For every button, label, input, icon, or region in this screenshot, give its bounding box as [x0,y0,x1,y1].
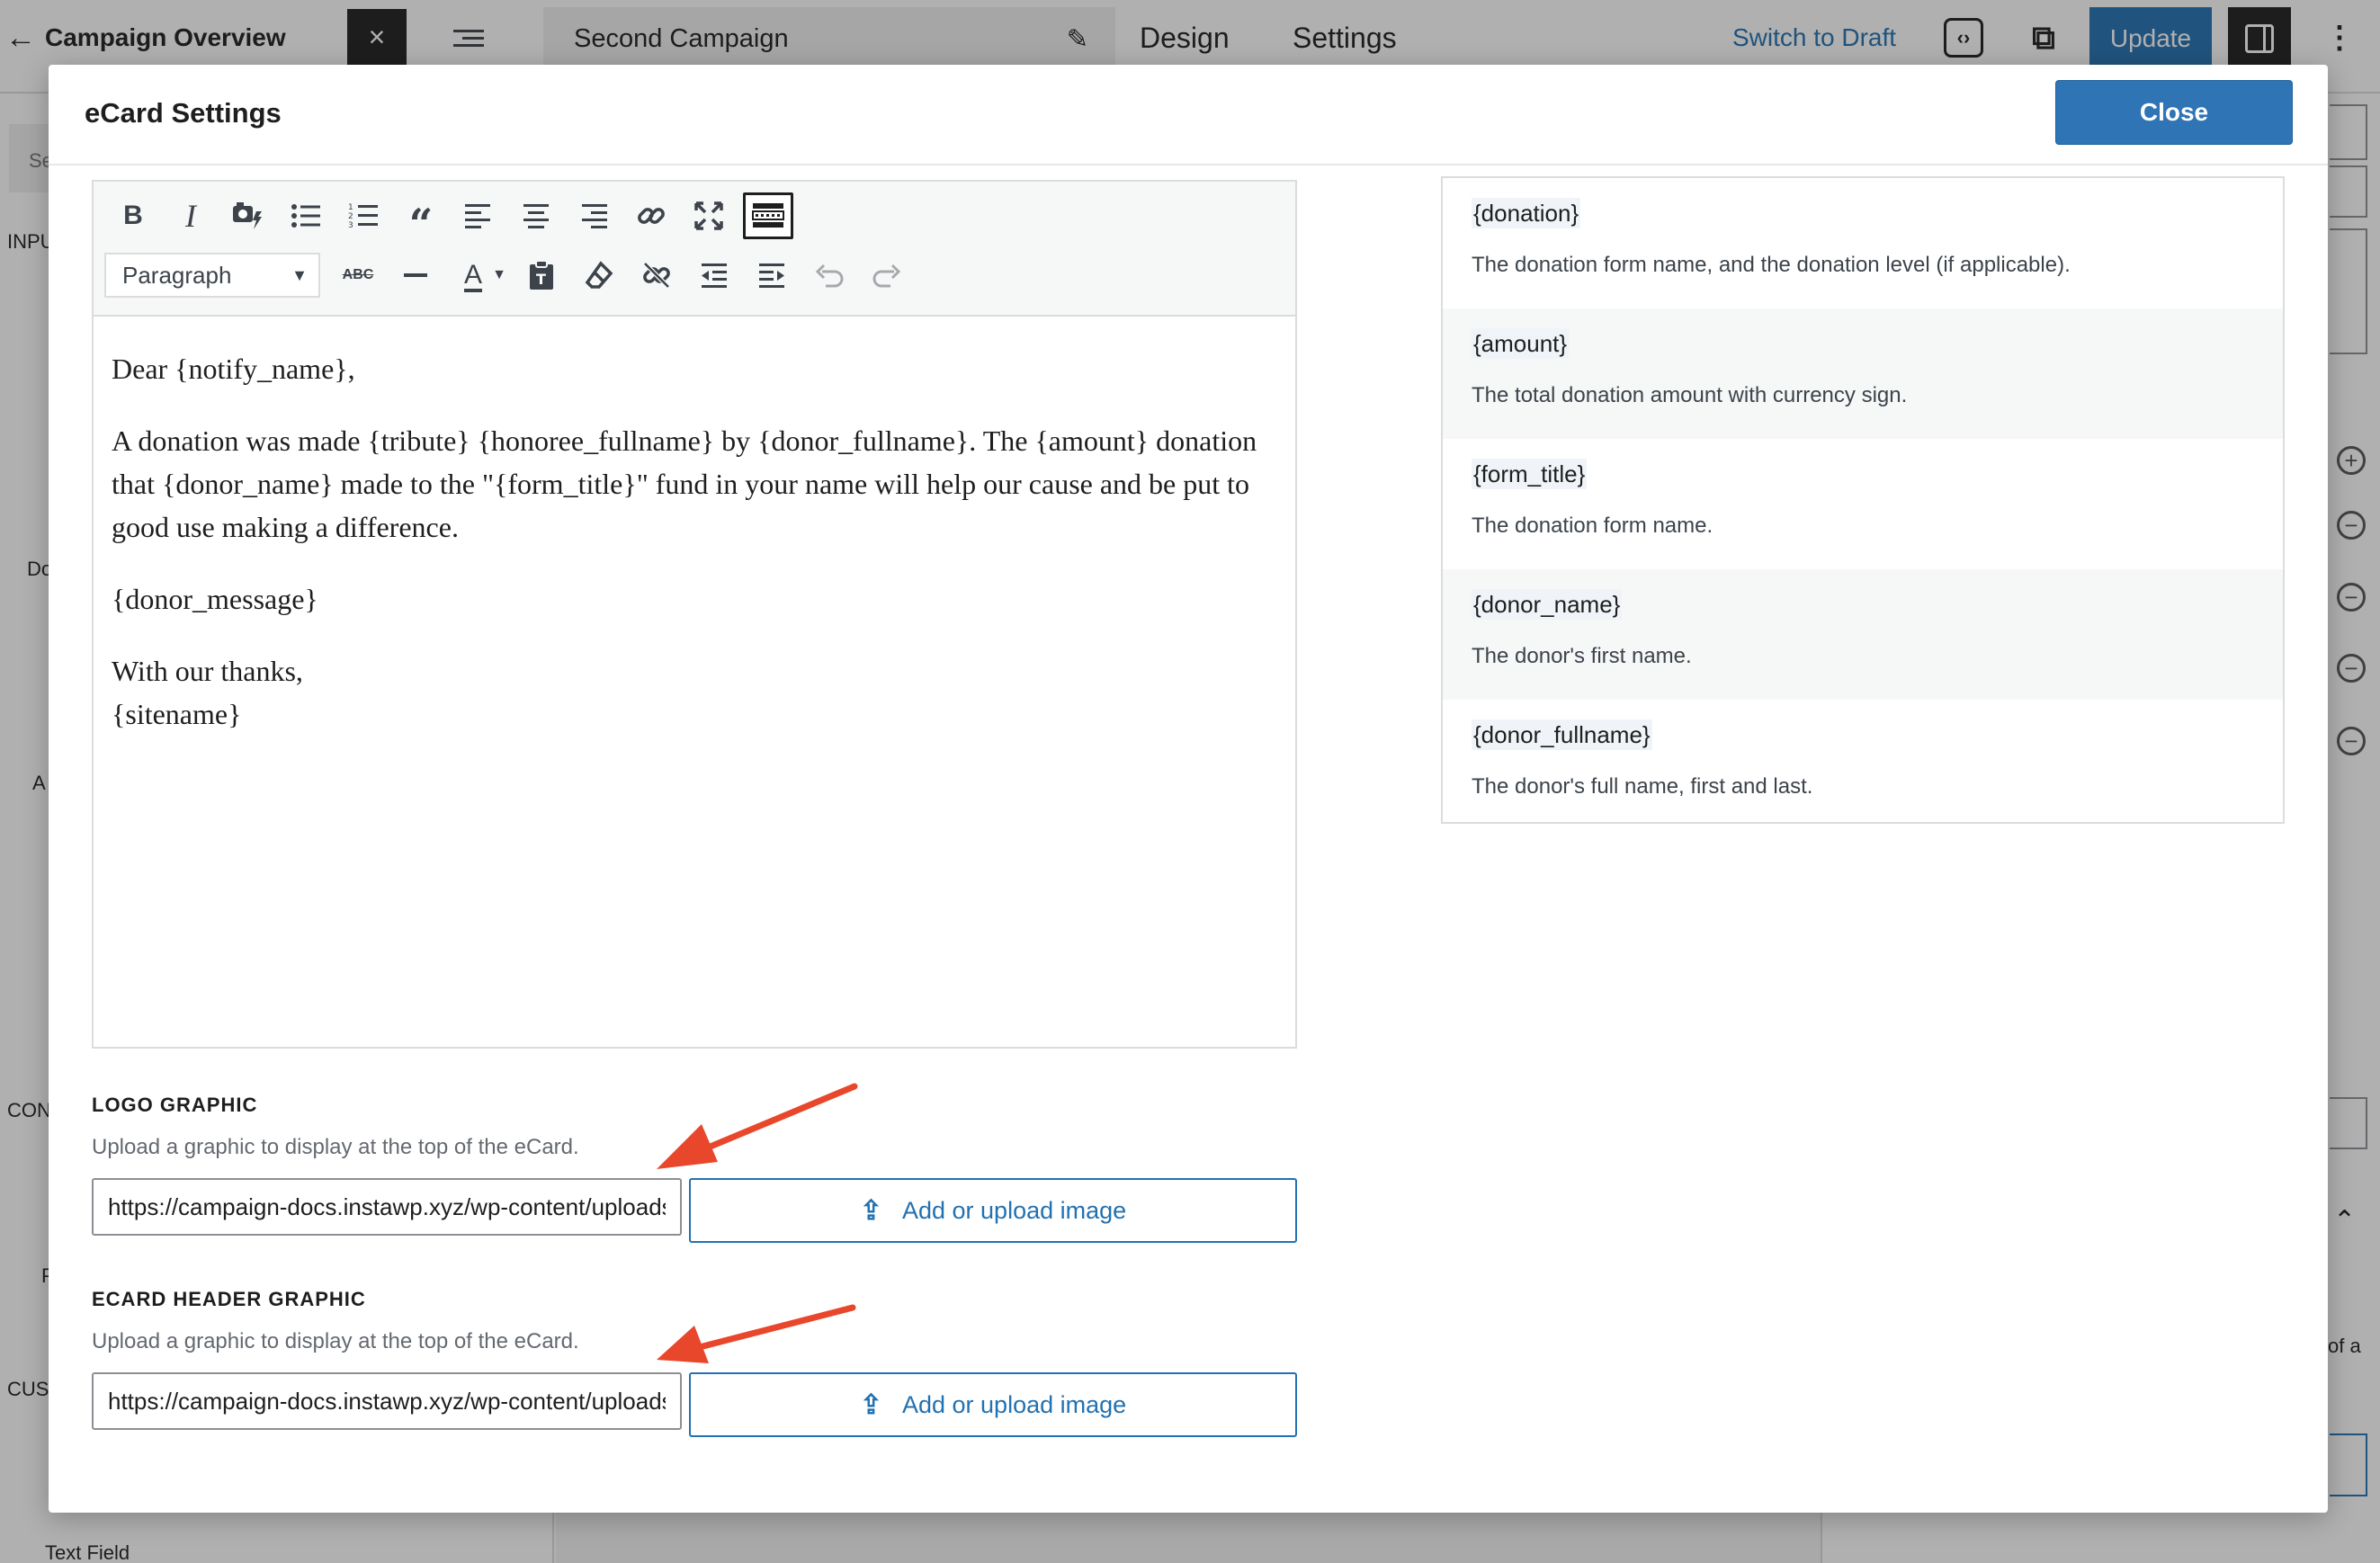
closing-line: With our thanks, [112,655,303,687]
horizontal-line-icon[interactable] [387,252,444,299]
header-graphic-url-input[interactable] [92,1372,682,1430]
fullscreen-icon[interactable] [680,192,738,239]
svg-text:1: 1 [348,203,353,212]
svg-text:T: T [536,271,546,288]
clear-formatting-icon[interactable] [570,252,628,299]
tag-name[interactable]: {donation} [1472,198,2254,228]
tag-description: The total donation amount with currency … [1472,383,1908,407]
tag-name[interactable]: {donor_fullname} [1472,719,2254,750]
align-left-icon[interactable] [450,192,507,239]
toolbar-row-2: Paragraph ▼ ABC A ▼ T [104,252,916,299]
unlink-icon[interactable] [628,252,685,299]
ecard-settings-modal: eCard Settings Close B I 123 “ Paragraph… [49,65,2328,1513]
strikethrough-icon[interactable]: ABC [329,252,387,299]
link-icon[interactable] [622,192,680,239]
redo-icon[interactable] [858,252,916,299]
add-media-icon[interactable] [219,192,277,239]
upload-icon: ⇪ [859,1389,882,1420]
signature-line: {sitename} [112,698,242,730]
header-graphic-label: ECARD HEADER GRAPHIC [92,1288,366,1310]
bullet-list-icon[interactable] [277,192,335,239]
template-tags-list: {donation} The donation form name, and t… [1441,176,2285,824]
header-graphic-description: Upload a graphic to display at the top o… [92,1329,579,1353]
list-item: {form_title} The donation form name. [1443,439,2283,569]
header-add-upload-image-button[interactable]: ⇪ Add or upload image [689,1372,1297,1437]
logo-add-upload-image-button[interactable]: ⇪ Add or upload image [689,1178,1297,1243]
blockquote-icon[interactable]: “ [392,192,450,248]
format-select[interactable]: Paragraph ▼ [104,253,320,298]
modal-header: eCard Settings Close [49,65,2328,165]
text-color-caret-icon[interactable]: ▼ [486,252,513,299]
annotation-arrow [657,1083,858,1169]
button-label: Add or upload image [901,1196,1127,1224]
caret-down-icon: ▼ [291,265,308,284]
svg-text:3: 3 [348,221,353,230]
numbered-list-icon[interactable]: 123 [335,192,392,239]
editor-content[interactable]: Dear {notify_name}, A donation was made … [94,317,1295,736]
list-item: {donation} The donation form name, and t… [1443,178,2283,308]
button-label: Add or upload image [901,1390,1127,1418]
format-select-value: Paragraph [122,261,232,289]
tag-name[interactable]: {donor_name} [1472,589,2254,620]
indent-icon[interactable] [743,252,801,299]
undo-icon[interactable] [801,252,858,299]
align-right-icon[interactable] [565,192,622,239]
toolbar-row-1: B I 123 “ [104,192,793,248]
greeting-paragraph: Dear {notify_name}, [112,353,355,385]
body-paragraph: A donation was made {tribute} {honoree_f… [112,424,1257,543]
message-paragraph: {donor_message} [112,583,318,615]
tag-name[interactable]: {amount} [1472,328,2254,359]
upload-icon: ⇪ [859,1195,882,1226]
svg-text:2: 2 [348,212,353,221]
logo-graphic-label: LOGO GRAPHIC [92,1094,258,1116]
modal-title: eCard Settings [85,97,282,129]
logo-graphic-description: Upload a graphic to display at the top o… [92,1135,579,1159]
italic-icon[interactable]: I [162,192,219,239]
logo-graphic-url-input[interactable] [92,1178,682,1236]
list-item: {donor_name} The donor's first name. [1443,569,2283,700]
toolbar-toggle-icon[interactable] [743,192,793,239]
editor-toolbar: B I 123 “ Paragraph ▼ ABC A ▼ T [94,182,1295,317]
tag-name[interactable]: {form_title} [1472,459,2254,489]
tag-description: The donor's first name. [1472,644,1692,668]
list-item: {amount} The total donation amount with … [1443,308,2283,439]
tag-description: The donor's full name, first and last. [1472,774,1813,799]
paste-text-icon[interactable]: T [513,252,570,299]
annotation-arrow [657,1304,856,1363]
align-center-icon[interactable] [507,192,565,239]
tag-description: The donation form name. [1472,514,1713,538]
list-item: {donor_fullname} The donor's full name, … [1443,700,2283,830]
outdent-icon[interactable] [685,252,743,299]
tag-description: The donation form name, and the donation… [1472,253,2071,277]
close-button[interactable]: Close [2055,80,2293,145]
ecard-message-editor: B I 123 “ Paragraph ▼ ABC A ▼ T Dear {no… [92,180,1297,1049]
closing-paragraph: With our thanks, {sitename} [112,649,1277,736]
bold-icon[interactable]: B [104,192,162,239]
